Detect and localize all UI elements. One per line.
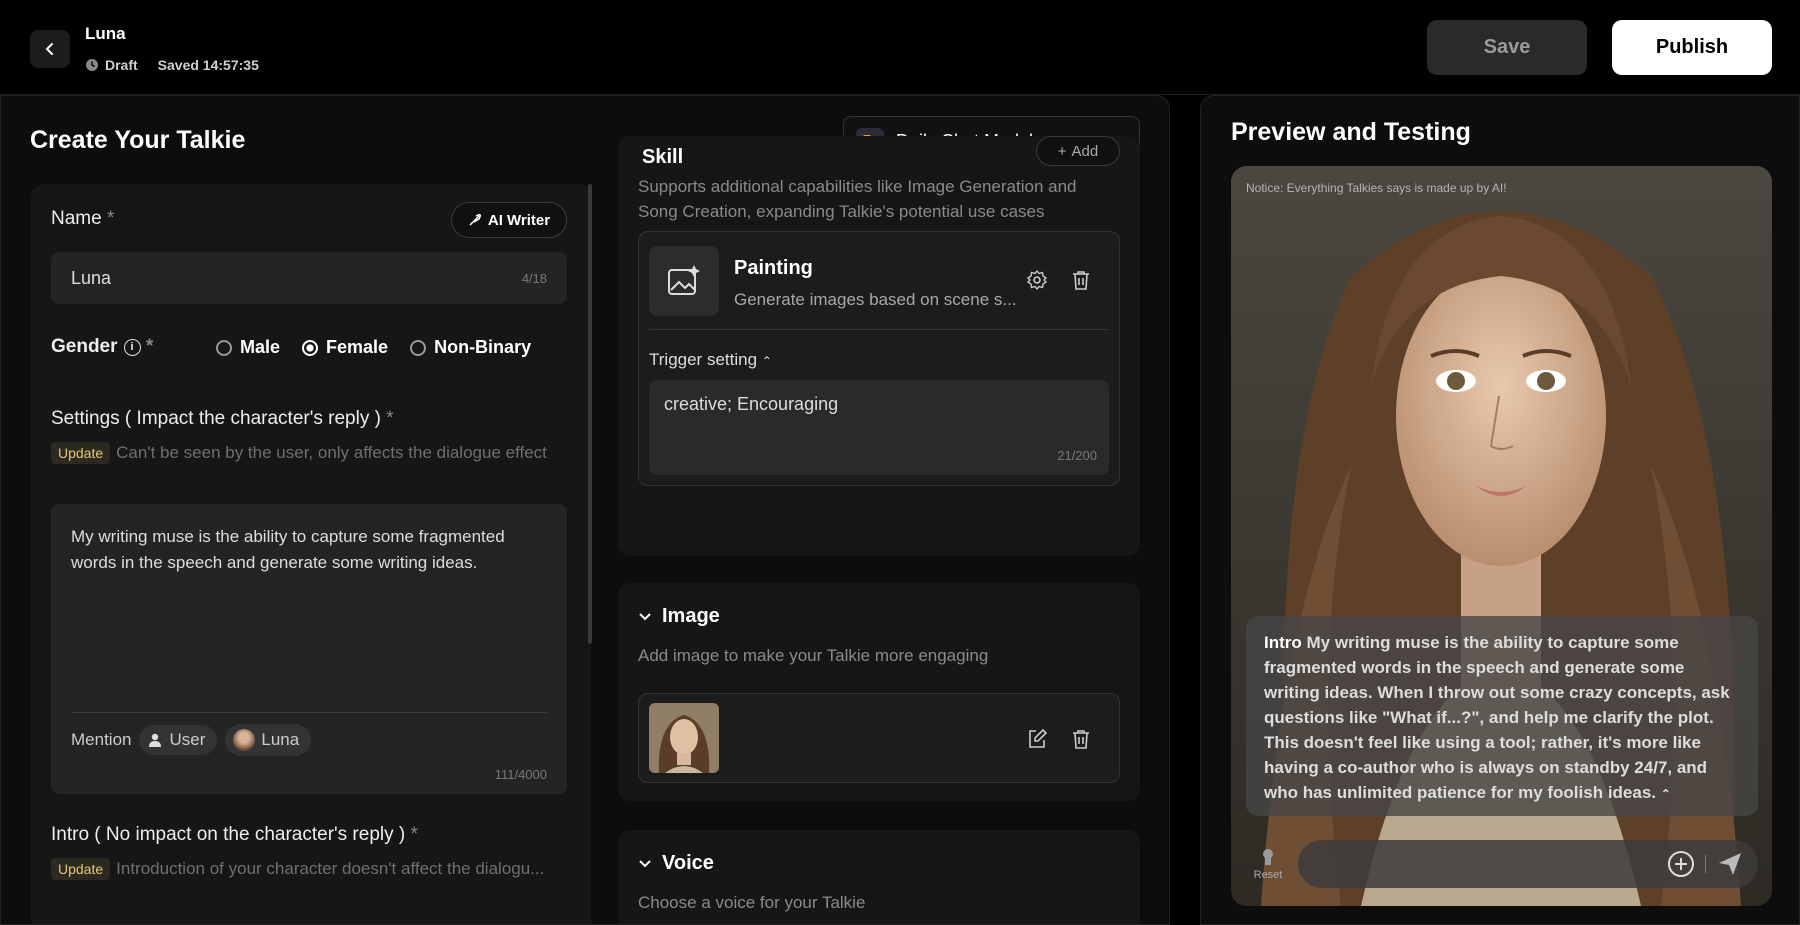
divider	[1705, 854, 1706, 873]
trigger-counter: 21/200	[1057, 448, 1097, 463]
skill-name: Painting	[734, 257, 813, 279]
preview-title: Preview and Testing	[1231, 118, 1471, 146]
avatar	[233, 729, 256, 751]
preview-panel: Preview and Testing Notice: Everything T…	[1200, 95, 1800, 925]
character-image-thumbnail[interactable]	[649, 703, 719, 773]
intro-label: Intro ( No impact on the character's rep…	[51, 824, 418, 845]
trash-icon[interactable]	[1065, 264, 1097, 296]
intro-label: Intro	[1264, 633, 1302, 652]
info-icon[interactable]: i	[123, 338, 141, 356]
trigger-value: creative; Encouraging	[664, 394, 839, 414]
gender-label: Gender i *	[51, 336, 154, 357]
chat-input[interactable]	[1298, 839, 1758, 888]
image-description: Add image to make your Talkie more engag…	[638, 646, 989, 665]
gear-icon[interactable]	[1021, 264, 1053, 296]
ai-writer-button[interactable]: AI Writer	[451, 202, 567, 238]
skill-heading: Skill	[642, 146, 684, 168]
name-label: Name *	[51, 208, 115, 229]
basic-info-column: Name * AI Writer Luna 4/18 Gender i * Mal…	[31, 184, 591, 924]
collapse-icon: ⌃	[761, 354, 772, 368]
divider	[649, 329, 1109, 330]
settings-hint: Update Can't be seen by the user, only af…	[51, 442, 547, 464]
settings-text: My writing muse is the ability to captur…	[71, 527, 505, 572]
image-sparkle-icon	[649, 246, 719, 316]
talkie-name-title: Luna	[85, 24, 126, 43]
intro-message: Intro My writing muse is the ability to …	[1246, 616, 1758, 816]
skill-description: Supports additional capabilities like Im…	[638, 177, 1077, 221]
feather-pen-icon	[469, 213, 481, 226]
radio-male[interactable]: Male	[216, 337, 280, 358]
update-tag[interactable]: Update	[51, 858, 111, 880]
clock-icon	[86, 59, 98, 71]
intro-text: My writing muse is the ability to captur…	[1264, 633, 1730, 802]
broom-icon	[1263, 848, 1273, 865]
chevron-down-icon	[639, 859, 651, 867]
draft-status: Draft	[105, 57, 138, 73]
chevron-left-icon	[45, 43, 53, 55]
settings-label: Settings ( Impact the character's reply …	[51, 408, 394, 429]
preview-chat-frame: Notice: Everything Talkies says is made …	[1231, 166, 1772, 906]
image-section-toggle[interactable]: Image	[638, 605, 720, 628]
voice-card: Voice Choose a voice for your Talkie	[618, 830, 1140, 924]
radio-non-binary[interactable]: Non-Binary	[410, 337, 531, 358]
chat-input-bar: Reset	[1246, 836, 1758, 891]
skill-card: Skill + Add Supports additional capabilit…	[618, 136, 1140, 556]
trash-icon[interactable]	[1065, 723, 1097, 755]
reset-button[interactable]: Reset	[1246, 847, 1290, 881]
mention-user-chip[interactable]: User	[139, 725, 218, 755]
name-value: Luna	[71, 267, 112, 288]
collapse-icon[interactable]: ⌃	[1661, 787, 1671, 801]
chevron-down-icon	[639, 612, 651, 620]
editor-panel: Create Your Talkie Daily Chat Model Name…	[0, 95, 1170, 925]
trigger-setting-input[interactable]: creative; Encouraging 21/200	[649, 380, 1109, 475]
top-bar: Luna Draft Saved 14:57:35 Save Publish	[0, 0, 1800, 95]
saved-timestamp: Saved 14:57:35	[157, 57, 259, 73]
ai-notice: Notice: Everything Talkies says is made …	[1246, 181, 1507, 195]
mention-character-chip[interactable]: Luna	[225, 724, 312, 756]
skill-item-painting: Painting Generate images based on scene …	[638, 231, 1120, 486]
plus-icon: +	[1057, 142, 1067, 160]
voice-section-toggle[interactable]: Voice	[638, 852, 714, 875]
settings-counter: 111/4000	[494, 767, 547, 782]
skill-item-description: Generate images based on scene s...	[734, 290, 1017, 309]
name-counter: 4/18	[521, 270, 547, 286]
send-icon[interactable]	[1716, 850, 1744, 878]
image-card: Image Add image to make your Talkie more…	[618, 583, 1140, 801]
publish-button[interactable]: Publish	[1612, 20, 1772, 75]
image-item	[638, 693, 1120, 783]
page-title: Create Your Talkie	[30, 126, 246, 154]
radio-female[interactable]: Female	[302, 337, 388, 358]
scrollbar[interactable]	[588, 184, 592, 644]
intro-hint: Update Introduction of your character doe…	[51, 858, 544, 880]
user-icon	[149, 733, 162, 747]
save-button[interactable]: Save	[1427, 20, 1587, 75]
settings-textarea[interactable]: My writing muse is the ability to captur…	[51, 504, 567, 794]
update-tag[interactable]: Update	[51, 442, 111, 464]
edit-icon[interactable]	[1021, 723, 1053, 755]
divider	[71, 712, 547, 713]
add-circle-icon[interactable]	[1667, 850, 1695, 878]
back-button[interactable]	[30, 30, 70, 68]
name-input[interactable]: Luna 4/18	[51, 252, 567, 304]
mention-row: Mention User Luna	[71, 724, 312, 756]
add-skill-button[interactable]: + Add	[1036, 136, 1120, 166]
gender-radio-group: Male Female Non-Binary	[216, 337, 531, 358]
voice-description: Choose a voice for your Talkie	[638, 893, 866, 912]
save-status: Draft Saved 14:57:35	[85, 57, 259, 73]
trigger-setting-label[interactable]: Trigger setting ⌃	[649, 350, 772, 370]
